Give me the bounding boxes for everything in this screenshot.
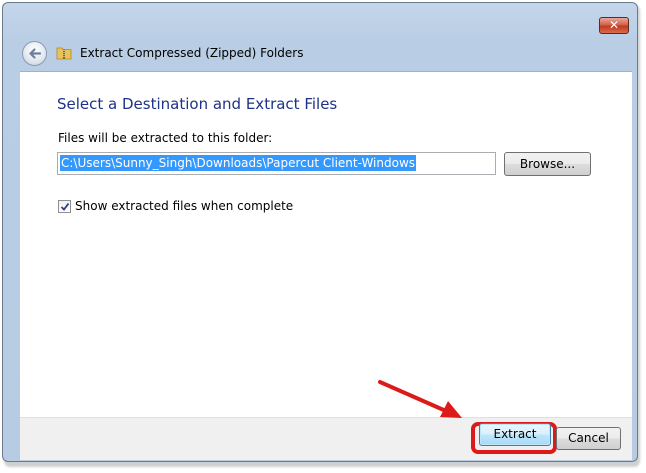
back-arrow-icon	[29, 48, 42, 59]
cancel-button[interactable]: Cancel	[556, 427, 621, 450]
destination-label: Files will be extracted to this folder:	[58, 131, 273, 145]
destination-path-value: C:\Users\Sunny_Singh\Downloads\Papercut …	[60, 155, 417, 171]
extract-button[interactable]: Extract	[479, 423, 551, 446]
close-icon: ✕	[608, 18, 620, 32]
show-files-label: Show extracted files when complete	[75, 199, 294, 213]
dialog-window: ✕ Extract Compressed (Zipped) Folders Se…	[2, 2, 638, 462]
close-button[interactable]: ✕	[599, 17, 629, 34]
browse-button[interactable]: Browse...	[504, 152, 591, 176]
window-title: Extract Compressed (Zipped) Folders	[80, 46, 304, 60]
back-button[interactable]	[22, 41, 47, 66]
content-panel: Select a Destination and Extract Files F…	[20, 71, 632, 418]
zip-folder-icon	[56, 47, 72, 60]
show-files-checkbox[interactable]	[58, 200, 71, 213]
button-bar: Extract Cancel	[20, 417, 632, 460]
checkmark-icon	[60, 202, 70, 211]
page-heading: Select a Destination and Extract Files	[57, 95, 338, 113]
destination-path-input[interactable]: C:\Users\Sunny_Singh\Downloads\Papercut …	[57, 152, 496, 175]
